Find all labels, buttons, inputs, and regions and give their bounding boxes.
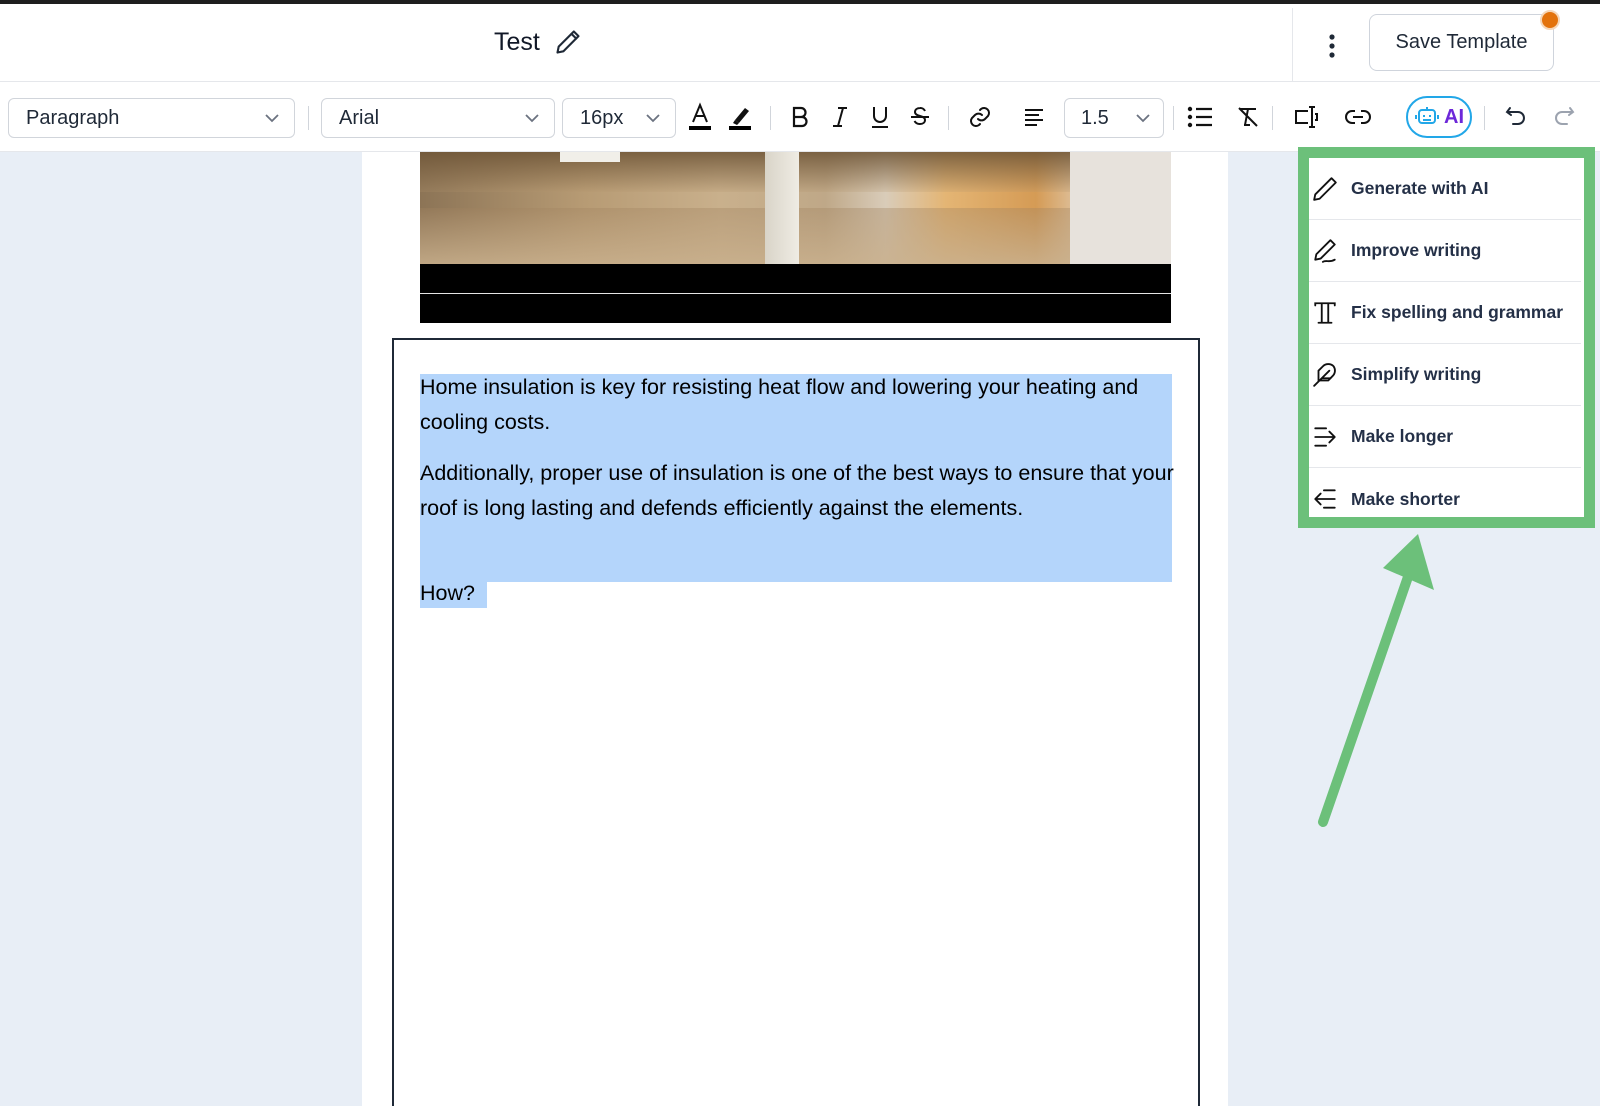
annotation-arrow — [1318, 534, 1434, 827]
